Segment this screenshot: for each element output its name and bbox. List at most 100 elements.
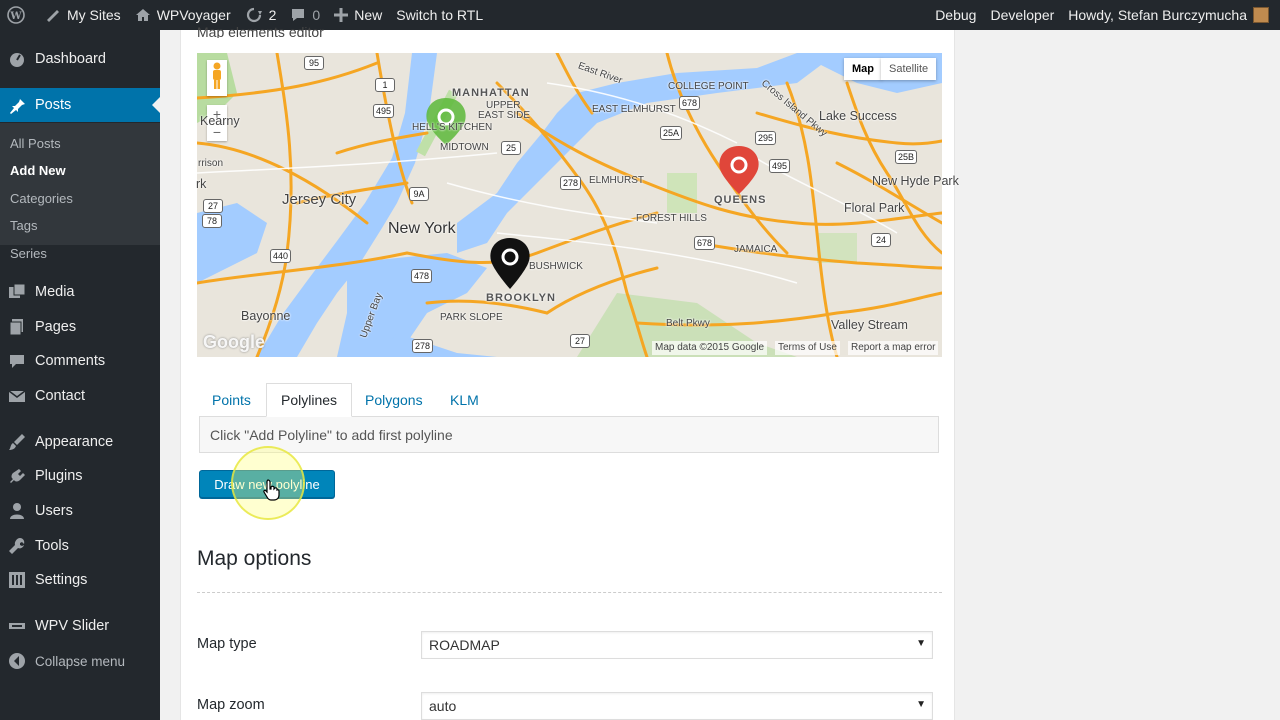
comments-count: 0 <box>312 7 321 23</box>
collapse-menu-button[interactable]: Collapse menu <box>0 644 160 678</box>
highway-shield: 278 <box>412 339 434 353</box>
report-map-error-link[interactable]: Report a map error <box>848 341 939 355</box>
highway-shield: 478 <box>411 269 433 283</box>
map-label-east-elmhurst: EAST ELMHURST <box>592 104 676 115</box>
hand-cursor-icon <box>263 479 281 506</box>
avatar <box>1253 7 1269 23</box>
map-label-rk: rk <box>196 177 207 191</box>
menu-users-label: Users <box>35 503 73 519</box>
map-label-east-side: EAST SIDE <box>478 110 531 121</box>
menu-dashboard[interactable]: Dashboard <box>0 42 160 76</box>
tab-klm[interactable]: KLM <box>436 383 493 417</box>
settings-sliders-icon <box>7 571 27 589</box>
menu-posts[interactable]: Posts <box>0 88 160 122</box>
menu-users[interactable]: Users <box>0 494 160 528</box>
site-name-label: WPVoyager <box>156 7 231 23</box>
menu-appearance-label: Appearance <box>35 434 114 450</box>
dropdown-arrow-icon: ▼ <box>916 638 926 649</box>
switch-rtl-link[interactable]: Switch to RTL <box>389 0 490 30</box>
map-label-bayonne: Bayonne <box>241 309 291 323</box>
menu-media[interactable]: Media <box>0 275 160 309</box>
menu-media-label: Media <box>35 284 75 300</box>
new-content-menu[interactable]: New <box>327 0 389 30</box>
map-label-park-slope: PARK SLOPE <box>440 312 503 323</box>
menu-comments-label: Comments <box>35 353 106 369</box>
menu-comments[interactable]: Comments <box>0 344 160 378</box>
submenu-categories[interactable]: Categories <box>10 191 73 206</box>
wordpress-logo-button[interactable]: W <box>0 0 38 30</box>
map-type-satellite-button[interactable]: Satellite <box>881 58 937 80</box>
menu-plugins-label: Plugins <box>35 468 83 484</box>
highway-shield: 9A <box>409 187 429 201</box>
dropdown-arrow-icon: ▼ <box>916 699 926 710</box>
menu-dashboard-label: Dashboard <box>35 51 106 67</box>
submenu-series[interactable]: Series <box>10 246 47 261</box>
menu-pages[interactable]: Pages <box>0 310 160 344</box>
map-zoom-select[interactable]: auto ▼ <box>421 692 933 720</box>
highway-shield: 25A <box>660 126 683 140</box>
map-zoom-label: Map zoom <box>197 697 265 713</box>
my-sites-label: My Sites <box>67 7 121 23</box>
terms-of-use-link[interactable]: Terms of Use <box>775 341 840 355</box>
highway-shield: 27 <box>570 334 590 348</box>
admin-sidebar: Dashboard Posts All Posts Add New Catego… <box>0 30 160 720</box>
pegman-icon <box>211 62 223 95</box>
map-label-valley-stream: Valley Stream <box>831 318 908 332</box>
menu-tools[interactable]: Tools <box>0 529 160 563</box>
highway-shield: 495 <box>373 104 395 118</box>
menu-plugins[interactable]: Plugins <box>0 459 160 493</box>
new-label: New <box>354 7 383 23</box>
menu-wpv-slider[interactable]: WPV Slider <box>0 609 160 643</box>
map-label-manhattan: MANHATTAN <box>452 87 530 99</box>
home-icon <box>135 7 151 23</box>
submenu-add-new[interactable]: Add New <box>10 163 66 178</box>
submenu-all-posts[interactable]: All Posts <box>10 136 61 151</box>
highway-shield: 24 <box>871 233 891 247</box>
polylines-tab-content: Click "Add Polyline" to add first polyli… <box>199 416 939 453</box>
right-sidebar-area <box>956 30 1280 720</box>
tab-polygons[interactable]: Polygons <box>351 383 437 417</box>
developer-menu[interactable]: Developer <box>983 0 1061 30</box>
map-type-value: ROADMAP <box>429 637 500 653</box>
plug-icon <box>7 467 27 485</box>
my-sites-icon <box>45 7 61 23</box>
map-data-attribution: Map data ©2015 Google <box>652 341 768 355</box>
map-type-label: Map type <box>197 636 257 652</box>
map-label-kearny: Kearny <box>200 114 240 128</box>
map-label-new-hyde-park: New Hyde Park <box>872 174 959 188</box>
highway-shield: 27 <box>203 199 223 213</box>
map-type-select[interactable]: ROADMAP ▼ <box>421 631 933 659</box>
highway-shield: 495 <box>769 159 791 173</box>
tab-polylines[interactable]: Polylines <box>266 383 353 417</box>
collapse-menu-label: Collapse menu <box>35 653 126 669</box>
wrench-icon <box>7 537 27 555</box>
plus-icon <box>334 8 349 22</box>
highway-shield: 1 <box>375 78 395 92</box>
menu-settings[interactable]: Settings <box>0 563 160 597</box>
map-label-lake-success: Lake Success <box>819 109 897 123</box>
highway-shield: 295 <box>755 131 777 145</box>
collapse-arrow-icon <box>7 652 27 670</box>
google-logo: Google <box>203 332 265 352</box>
map-label-belt-pkwy: Belt Pkwy <box>666 318 710 329</box>
debug-menu[interactable]: Debug <box>928 0 983 30</box>
tab-points[interactable]: Points <box>198 383 265 417</box>
submenu-tags[interactable]: Tags <box>10 218 37 233</box>
account-menu[interactable]: Howdy, Stefan Burczymucha <box>1061 0 1280 30</box>
pushpin-icon <box>7 96 27 114</box>
media-icon <box>7 283 27 301</box>
street-view-pegman[interactable] <box>207 60 227 96</box>
menu-appearance[interactable]: Appearance <box>0 425 160 459</box>
comment-bubble-icon <box>290 7 306 23</box>
menu-contact[interactable]: Contact <box>0 379 160 413</box>
envelope-icon <box>7 387 27 405</box>
map-label-brooklyn: BROOKLYN <box>486 292 556 304</box>
map-type-map-button[interactable]: Map <box>844 58 882 80</box>
svg-text:W: W <box>9 11 22 22</box>
map-label-floral-park: Floral Park <box>844 201 905 215</box>
highway-shield: 25 <box>501 141 521 155</box>
wordpress-logo-icon: W <box>7 6 25 24</box>
user-icon <box>7 502 27 520</box>
map-label-elmhurst: ELMHURST <box>589 175 645 186</box>
my-sites-menu[interactable]: My Sites <box>38 0 128 30</box>
